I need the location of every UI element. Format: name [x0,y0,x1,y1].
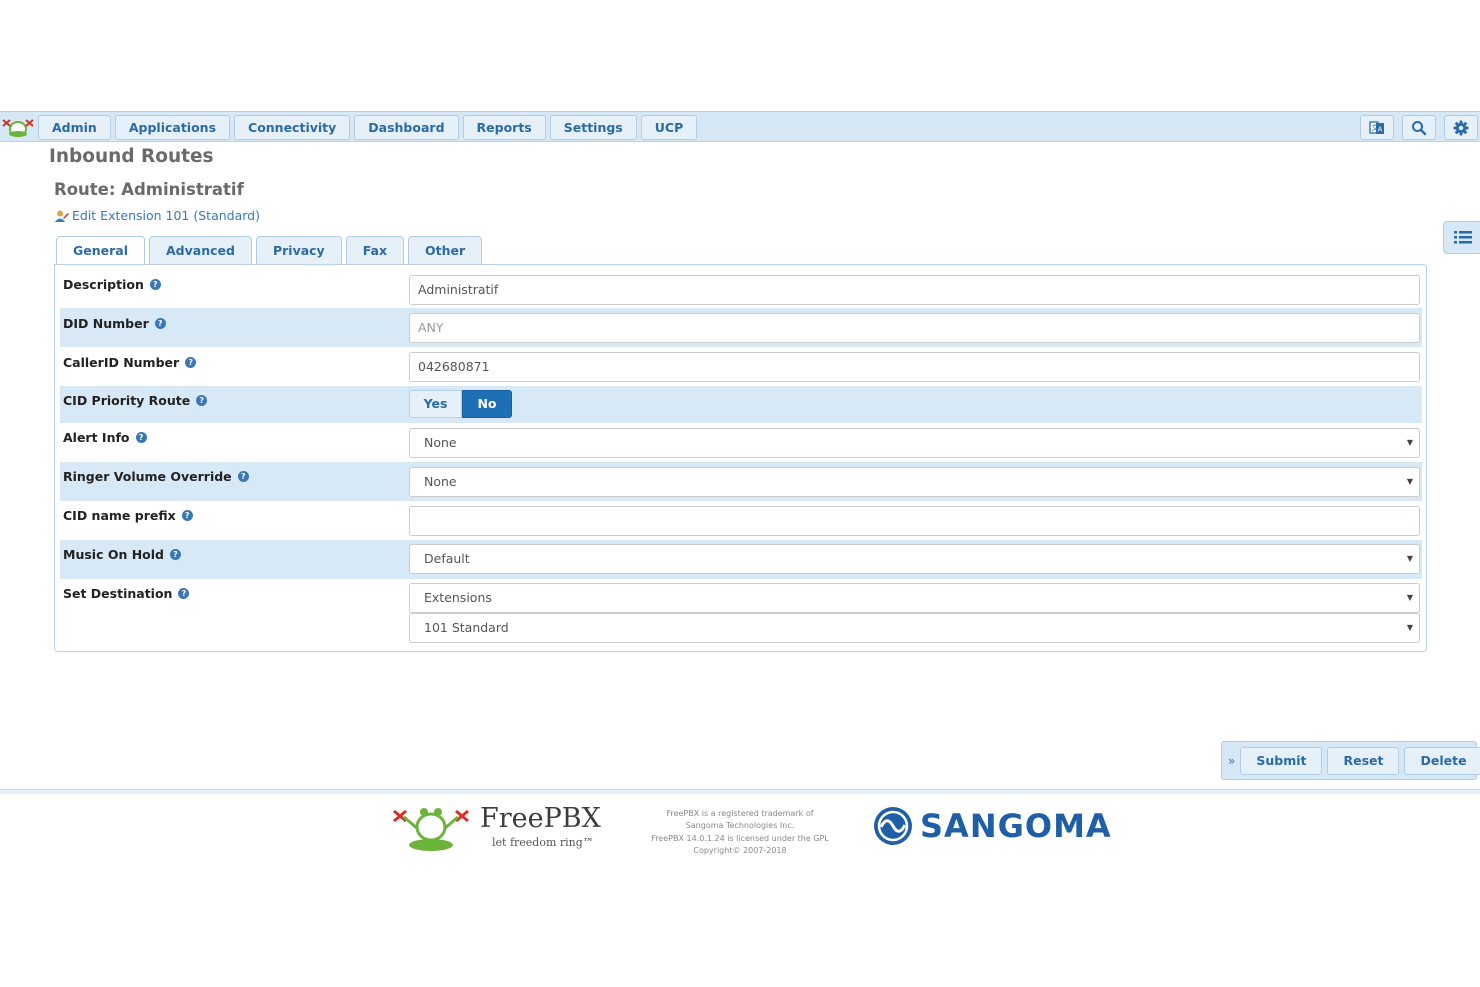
did-number-label: DID Number ? [63,316,166,331]
freepbx-tagline: let freedom ring™ [492,836,594,849]
row-ringer-volume: Ringer Volume Override ? None ▼ [60,462,1422,501]
row-alert-info: Alert Info ? None ▼ [60,423,1422,462]
freepbx-frog-icon [393,808,469,851]
row-music-on-hold: Music On Hold ? Default ▼ [60,540,1422,579]
side-list-toggle[interactable] [1443,221,1480,254]
tab-fax[interactable]: Fax [345,236,405,265]
chevron-down-icon: ▼ [1406,477,1413,486]
row-set-destination: Set Destination ? Extensions ▼ 101 Stand… [60,579,1422,647]
row-did-number: DID Number ? ANY [60,308,1422,347]
page-title: Inbound Routes [49,146,214,167]
sangoma-footer-logo[interactable]: SANGOMA [872,805,1112,847]
nav-settings[interactable]: Settings [549,115,637,140]
freepbx-logo-icon[interactable] [1,115,35,139]
help-icon[interactable]: ? [196,395,208,406]
edit-extension-label: Edit Extension 101 (Standard) [72,208,260,223]
legal-notice: FreePBX is a registered trademark of San… [651,809,829,855]
freepbx-footer-logo[interactable]: FreePBX let freedom ring™ [392,803,602,855]
help-icon[interactable]: ? [181,510,193,521]
row-callerid-number: CallerID Number ? 042680871 [60,347,1422,386]
chevron-down-icon: ▼ [1406,554,1413,563]
tab-advanced[interactable]: Advanced [149,236,252,265]
search-icon [1412,120,1427,135]
help-icon[interactable]: ? [169,549,181,560]
svg-text:A: A [1378,125,1383,133]
delete-button[interactable]: Delete [1404,746,1480,775]
row-description: Description ? Administratif [60,269,1422,309]
nav-admin[interactable]: Admin [38,115,111,140]
cid-priority-label: CID Priority Route ? [63,393,208,408]
help-icon[interactable]: ? [154,318,166,329]
nav-applications[interactable]: Applications [114,115,231,140]
tab-general[interactable]: General [56,236,145,266]
freepbx-brand: FreePBX [480,803,601,834]
help-icon[interactable]: ? [149,279,161,290]
help-icon[interactable]: ? [185,357,197,368]
top-nav-bar: Admin Applications Connectivity Dashboar… [0,111,1480,142]
translate-icon: 文 A [1369,120,1384,134]
ringer-volume-label: Ringer Volume Override ? [63,469,249,484]
chevron-down-icon: ▼ [1406,623,1413,632]
nav-ucp[interactable]: UCP [640,115,698,140]
collapse-chevron-icon[interactable]: » [1228,754,1235,768]
footer-divider [0,789,1480,794]
cid-priority-toggle: Yes No [409,390,512,418]
sangoma-brand: SANGOMA [920,807,1112,845]
ringer-volume-select[interactable]: None ▼ [409,467,1420,497]
alert-info-label: Alert Info ? [63,430,147,445]
submit-button[interactable]: Submit [1240,746,1323,775]
main-nav: Admin Applications Connectivity Dashboar… [38,115,698,140]
nav-connectivity[interactable]: Connectivity [234,115,351,140]
description-label: Description ? [63,277,161,292]
help-icon[interactable]: ? [178,588,190,599]
tab-other[interactable]: Other [408,236,483,265]
music-on-hold-label: Music On Hold ? [63,547,181,562]
did-number-input[interactable]: ANY [409,313,1420,343]
alert-info-select[interactable]: None ▼ [409,428,1420,458]
cid-priority-no[interactable]: No [462,390,512,418]
cid-prefix-label: CID name prefix ? [63,508,193,523]
general-form-panel: Description ? Administratif DID Number ?… [54,264,1427,652]
sangoma-icon [874,807,912,845]
destination-target-select[interactable]: 101 Standard ▼ [409,613,1420,643]
music-on-hold-select[interactable]: Default ▼ [409,544,1420,574]
edit-extension-link[interactable]: Edit Extension 101 (Standard) [54,208,260,223]
destination-type-select[interactable]: Extensions ▼ [409,583,1420,613]
cid-prefix-input[interactable] [409,506,1420,536]
chevron-down-icon: ▼ [1406,593,1413,602]
row-cid-prefix: CID name prefix ? [60,501,1422,540]
route-title: Route: Administratif [54,180,244,199]
translate-button[interactable]: 文 A [1360,115,1394,140]
chevron-down-icon: ▼ [1406,438,1413,447]
help-icon[interactable]: ? [237,471,249,482]
list-icon [1454,231,1472,244]
callerid-number-label: CallerID Number ? [63,355,197,370]
nav-reports[interactable]: Reports [462,115,546,140]
tab-privacy[interactable]: Privacy [255,236,342,265]
search-button[interactable] [1402,115,1436,140]
set-destination-label: Set Destination ? [63,586,190,601]
row-cid-priority: CID Priority Route ? Yes No [60,386,1422,423]
action-bar: » Submit Reset Delete [1221,741,1480,780]
description-input[interactable]: Administratif [409,275,1420,305]
nav-dashboard[interactable]: Dashboard [354,115,459,140]
user-edit-icon [55,210,69,222]
cid-priority-yes[interactable]: Yes [409,390,462,418]
settings-button[interactable] [1444,115,1478,140]
callerid-number-input[interactable]: 042680871 [409,352,1420,382]
tab-bar: General Advanced Privacy Fax Other [56,236,483,266]
reset-button[interactable]: Reset [1327,746,1400,775]
gear-icon [1453,120,1469,135]
help-icon[interactable]: ? [135,432,147,443]
nav-right-tools: 文 A [1360,115,1478,140]
